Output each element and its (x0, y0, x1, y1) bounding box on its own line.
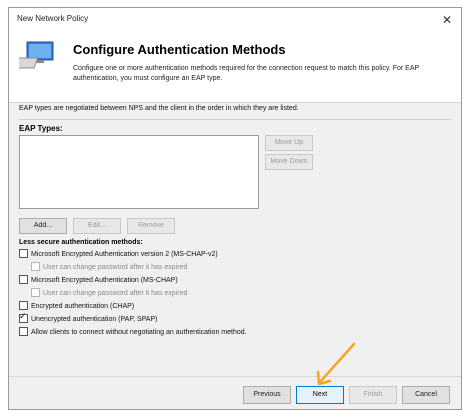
previous-button[interactable]: Previous (243, 386, 291, 404)
option-label: Allow clients to connect without negotia… (31, 329, 247, 336)
checkbox[interactable] (19, 300, 28, 310)
footer-divider (9, 376, 461, 377)
option-label: Unencrypted authentication (PAP, SPAP) (31, 316, 158, 323)
cancel-button[interactable]: Cancel (402, 386, 450, 404)
eap-types-label: EAP Types: (19, 124, 63, 133)
checkbox[interactable] (19, 274, 28, 284)
allow-no-negotiation-option[interactable]: Allow clients to connect without negotia… (19, 326, 247, 338)
next-button[interactable]: Next (296, 386, 344, 404)
ms-chap-v2-option[interactable]: Microsoft Encrypted Authentication versi… (19, 248, 218, 260)
chap-option[interactable]: Encrypted authentication (CHAP) (19, 300, 135, 312)
option-label: Encrypted authentication (CHAP) (31, 303, 135, 310)
checkbox[interactable] (31, 261, 40, 271)
remove-eap-button[interactable]: Remove (127, 218, 175, 234)
eap-intro-text: EAP types are negotiated between NPS and… (19, 105, 299, 112)
new-network-policy-dialog: New Network Policy ✕ Configure Authentic… (8, 7, 462, 410)
finish-button[interactable]: Finish (349, 386, 397, 404)
checkbox-checked[interactable]: ✓ (19, 310, 28, 323)
checkbox[interactable] (19, 248, 28, 258)
checkmark-icon: ✓ (19, 310, 27, 321)
title-bar: New Network Policy ✕ (9, 8, 461, 32)
ms-chap-v2-change-password-option[interactable]: User can change password after it has ex… (31, 261, 188, 273)
option-label: Microsoft Encrypted Authentication versi… (31, 251, 218, 258)
close-icon[interactable]: ✕ (439, 12, 455, 28)
edit-eap-button[interactable]: Edit... (73, 218, 121, 234)
ms-chap-option[interactable]: Microsoft Encrypted Authentication (MS-C… (19, 274, 178, 286)
checkbox[interactable] (31, 287, 40, 297)
ms-chap-change-password-option[interactable]: User can change password after it has ex… (31, 287, 188, 299)
less-secure-methods-label: Less secure authentication methods: (19, 239, 143, 246)
network-computer-icon (19, 41, 54, 69)
option-label: User can change password after it has ex… (43, 290, 188, 297)
move-down-button[interactable]: Move Down (265, 154, 313, 170)
move-up-button[interactable]: Move Up (265, 135, 313, 151)
page-description: Configure one or more authentication met… (73, 65, 420, 82)
checkbox[interactable] (19, 326, 28, 336)
section-divider (19, 119, 451, 120)
add-eap-button[interactable]: Add... (19, 218, 67, 234)
window-title: New Network Policy (17, 14, 89, 23)
eap-types-list[interactable] (19, 135, 259, 209)
pap-spap-option[interactable]: ✓ Unencrypted authentication (PAP, SPAP) (19, 310, 158, 325)
page-title: Configure Authentication Methods (73, 42, 286, 57)
wizard-header: Configure Authentication Methods Configu… (9, 32, 461, 103)
option-label: Microsoft Encrypted Authentication (MS-C… (31, 277, 178, 284)
option-label: User can change password after it has ex… (43, 264, 188, 271)
